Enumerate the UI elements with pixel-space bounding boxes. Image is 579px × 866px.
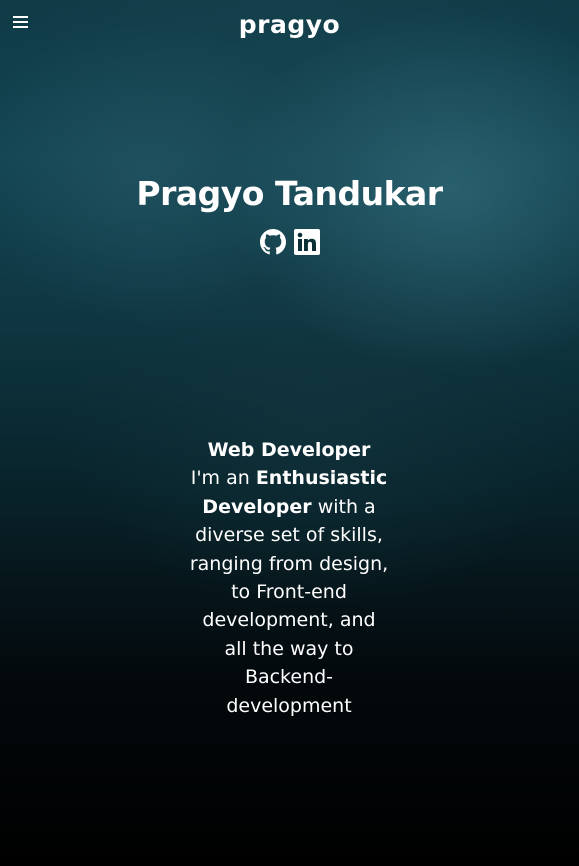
role-title: Web Developer <box>207 439 371 461</box>
site-logo[interactable]: pragyo <box>0 8 579 42</box>
intro-body: with a diverse set of skills, ranging fr… <box>189 495 389 717</box>
about-section: Web Developer I'm an Enthusiastic Develo… <box>189 436 389 720</box>
intro-prefix: I'm an <box>190 467 256 490</box>
linkedin-link[interactable] <box>293 229 320 255</box>
linkedin-icon <box>293 229 320 255</box>
github-link[interactable] <box>259 229 286 255</box>
top-bar: pragyo <box>0 0 579 50</box>
social-links <box>0 229 579 255</box>
hero-name: Pragyo Tandukar <box>136 174 443 213</box>
github-icon <box>259 229 286 255</box>
